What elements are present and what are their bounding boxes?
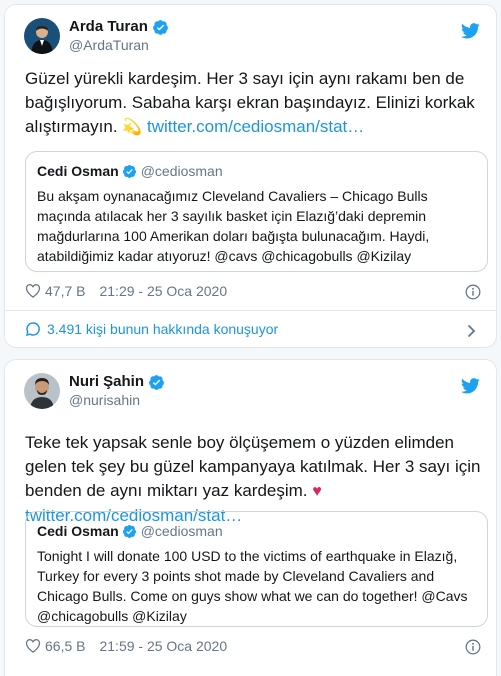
info-icon[interactable] — [465, 639, 481, 655]
author-handle[interactable]: @nurisahin — [69, 392, 165, 409]
tweet-header: Nuri Şahin @nurisahin — [24, 373, 165, 409]
tweet-header: Arda Turan @ArdaTuran — [24, 18, 169, 54]
verified-badge-icon — [152, 19, 168, 35]
quoted-author-handle: @cediosman — [140, 523, 223, 539]
like-count[interactable]: 66,5 B — [45, 638, 85, 654]
tweet-meta: 47,7 B 21:29 - 25 Oca 2020 — [25, 283, 227, 299]
tweet-text: Güzel yürekli kardeşim. Her 3 sayı için … — [25, 69, 475, 136]
like-count[interactable]: 47,7 B — [45, 283, 85, 299]
verified-badge-icon — [122, 164, 136, 178]
avatar[interactable] — [24, 373, 60, 409]
timestamp[interactable]: 21:29 - 25 Oca 2020 — [99, 283, 227, 299]
quoted-tweet-text: Tonight I will donate 100 USD to the vic… — [37, 548, 468, 624]
avatar[interactable] — [24, 18, 60, 54]
timestamp[interactable]: 21:59 - 25 Oca 2020 — [99, 638, 227, 654]
chevron-right-icon[interactable] — [467, 324, 476, 338]
red-heart-emoji-icon: ♥ — [312, 483, 322, 500]
tweet-card[interactable]: Nuri Şahin @nurisahin Teke tek yapsak se… — [4, 359, 497, 676]
twitter-bird-icon[interactable] — [461, 378, 480, 394]
conversation-link[interactable]: 3.491 kişi bunun hakkında konuşuyor — [25, 321, 278, 337]
heart-icon[interactable] — [25, 639, 41, 653]
quoted-author-handle: @cediosman — [140, 163, 223, 179]
tweet-card[interactable]: Arda Turan @ArdaTuran Güzel yürekli kard… — [4, 4, 497, 348]
tweet-link[interactable]: twitter.com/cediosman/stat… — [147, 117, 364, 136]
twitter-bird-icon[interactable] — [461, 23, 480, 39]
tweet-meta: 66,5 B 21:59 - 25 Oca 2020 — [25, 638, 227, 654]
verified-badge-icon — [122, 524, 136, 538]
sparkle-emoji-icon: 💫 — [122, 119, 143, 136]
author-handle[interactable]: @ArdaTuran — [69, 37, 169, 54]
conversation-text[interactable]: 3.491 kişi bunun hakkında konuşuyor — [47, 321, 278, 337]
quoted-tweet-text: Bu akşam oynanacağımız Cleveland Cavalie… — [37, 188, 430, 264]
divider — [5, 310, 496, 311]
heart-icon[interactable] — [25, 284, 41, 298]
author-name[interactable]: Arda Turan — [69, 18, 148, 36]
quoted-author-name: Cedi Osman — [37, 523, 119, 539]
comment-bubble-icon — [26, 322, 40, 336]
quoted-tweet[interactable]: Cedi Osman @cediosman Bu akşam oynanacağ… — [25, 151, 488, 272]
quoted-author-name: Cedi Osman — [37, 163, 119, 179]
verified-badge-icon — [149, 374, 164, 390]
author-name[interactable]: Nuri Şahin — [69, 373, 144, 391]
info-icon[interactable] — [465, 284, 481, 300]
quoted-tweet[interactable]: Cedi Osman @cediosman Tonight I will don… — [25, 511, 488, 627]
